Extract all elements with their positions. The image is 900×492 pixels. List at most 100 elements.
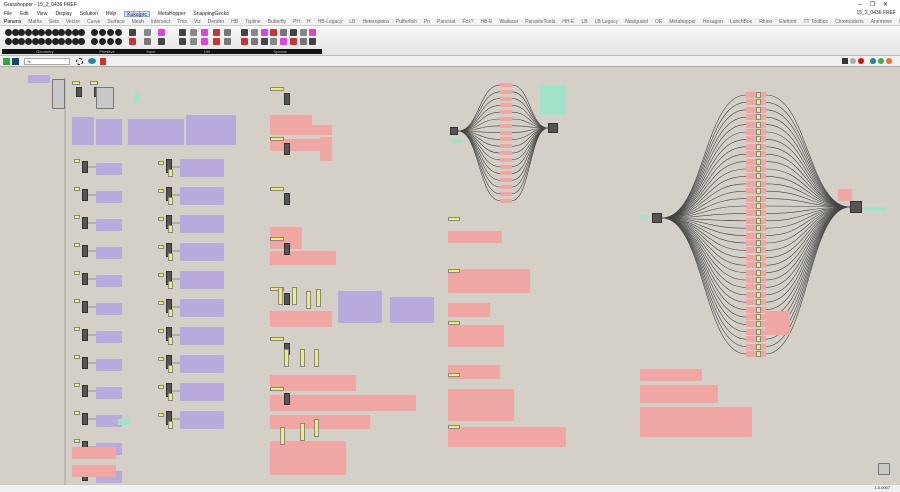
component-icon[interactable] xyxy=(299,29,307,36)
component-icon[interactable] xyxy=(241,38,248,45)
tab-lb[interactable]: LB xyxy=(349,19,355,25)
component-icon[interactable] xyxy=(143,29,151,36)
tab-intersect[interactable]: Intersect xyxy=(151,19,170,25)
component[interactable] xyxy=(652,213,662,223)
preview-eye-icon[interactable] xyxy=(88,58,96,64)
number-slider[interactable] xyxy=(306,291,311,309)
number-slider[interactable] xyxy=(278,287,283,305)
component-icon[interactable] xyxy=(212,29,220,36)
bake-icon[interactable] xyxy=(886,58,892,64)
number-slider[interactable] xyxy=(756,114,761,121)
number-slider[interactable] xyxy=(74,411,80,415)
tab-trns[interactable]: Trns xyxy=(177,19,187,25)
number-slider[interactable] xyxy=(756,203,761,209)
number-slider[interactable] xyxy=(756,225,761,232)
component-icon[interactable] xyxy=(143,38,151,45)
number-slider[interactable] xyxy=(756,240,761,246)
number-slider[interactable] xyxy=(756,343,761,350)
component[interactable] xyxy=(284,243,290,255)
tab-hexagon[interactable]: Hexagon xyxy=(703,19,723,25)
component-icon[interactable] xyxy=(201,38,209,45)
component[interactable] xyxy=(82,357,88,369)
number-slider[interactable] xyxy=(756,247,761,254)
tab-chromodoris[interactable]: Chromodoris xyxy=(835,19,864,25)
component-icon[interactable] xyxy=(201,29,209,36)
menu-file[interactable]: File xyxy=(4,11,12,17)
preview-mesh-icon[interactable] xyxy=(870,58,876,64)
component-icon[interactable] xyxy=(25,38,32,45)
component[interactable] xyxy=(76,87,82,97)
number-slider[interactable] xyxy=(756,158,761,165)
tab-elefront[interactable]: Elefront xyxy=(779,19,796,25)
tab-hblegacy[interactable]: HB-Legacy xyxy=(318,19,343,25)
number-slider[interactable] xyxy=(168,337,173,345)
tab-hb[interactable]: HB xyxy=(231,19,238,25)
component-icon[interactable] xyxy=(299,38,307,45)
component-icon[interactable] xyxy=(91,38,98,45)
component-icon[interactable] xyxy=(5,29,12,36)
component-icon[interactable] xyxy=(179,29,186,36)
number-slider[interactable] xyxy=(74,215,80,219)
tab-surface[interactable]: Surface xyxy=(107,19,124,25)
number-slider[interactable] xyxy=(756,180,761,187)
component-icon[interactable] xyxy=(179,38,186,45)
menu-view[interactable]: View xyxy=(37,11,48,17)
tab-oe[interactable]: OE xyxy=(655,19,662,25)
tab-fox[interactable]: Fox? xyxy=(462,19,473,25)
zoom-extents-icon[interactable] xyxy=(76,58,83,65)
component-icon[interactable] xyxy=(99,38,106,45)
number-slider[interactable] xyxy=(158,245,164,249)
component[interactable] xyxy=(82,329,88,341)
number-slider[interactable] xyxy=(756,166,761,172)
number-slider[interactable] xyxy=(74,187,80,191)
number-slider[interactable] xyxy=(158,413,164,417)
number-slider[interactable] xyxy=(756,188,761,195)
number-slider[interactable] xyxy=(756,299,761,306)
tab-anemone[interactable]: Anemone xyxy=(871,19,892,25)
number-slider[interactable] xyxy=(756,269,761,276)
preview-wire-icon[interactable] xyxy=(850,58,856,64)
menu-edit[interactable]: Edit xyxy=(20,11,29,17)
number-slider[interactable] xyxy=(270,237,284,241)
component-icon[interactable] xyxy=(260,38,268,45)
component-icon[interactable] xyxy=(78,38,86,45)
number-slider[interactable] xyxy=(756,328,761,335)
number-slider[interactable] xyxy=(74,299,80,303)
tab-heteroptera[interactable]: Heteroptera xyxy=(362,19,388,25)
component-icon[interactable] xyxy=(5,38,12,45)
number-slider[interactable] xyxy=(756,195,761,202)
number-slider[interactable] xyxy=(756,254,761,261)
component[interactable] xyxy=(82,217,88,229)
tab-params[interactable]: Params xyxy=(4,19,22,25)
tab-hhe[interactable]: HH-E xyxy=(562,19,574,25)
component-icon[interactable] xyxy=(270,29,278,36)
component-icon[interactable] xyxy=(107,29,114,36)
number-slider[interactable] xyxy=(158,357,164,361)
menu-metahopper[interactable]: MetaHopper xyxy=(158,11,186,17)
tab-rhino[interactable]: Rhino xyxy=(759,19,772,25)
component-icon[interactable] xyxy=(309,38,317,45)
component-icon[interactable] xyxy=(190,29,198,36)
component[interactable] xyxy=(82,189,88,201)
print-icon[interactable] xyxy=(842,58,848,64)
component-icon[interactable] xyxy=(241,29,248,36)
component-icon[interactable] xyxy=(115,38,122,45)
component-icon[interactable] xyxy=(260,29,268,36)
tab-hbe[interactable]: HB-E xyxy=(481,19,493,25)
component[interactable] xyxy=(82,273,88,285)
number-slider[interactable] xyxy=(280,427,285,445)
component[interactable] xyxy=(850,201,862,213)
number-slider[interactable] xyxy=(314,419,319,437)
number-slider[interactable] xyxy=(158,385,164,389)
tab-pufferfish[interactable]: Pufferfish xyxy=(396,19,417,25)
number-slider[interactable] xyxy=(756,217,761,224)
component[interactable] xyxy=(284,193,290,205)
number-slider[interactable] xyxy=(270,137,284,141)
component-icon[interactable] xyxy=(107,38,114,45)
component[interactable] xyxy=(284,293,290,305)
number-slider[interactable] xyxy=(756,92,761,98)
component[interactable] xyxy=(548,123,558,133)
preview-shaded-icon[interactable] xyxy=(858,58,864,64)
number-slider[interactable] xyxy=(270,187,284,191)
number-slider[interactable] xyxy=(168,281,173,289)
